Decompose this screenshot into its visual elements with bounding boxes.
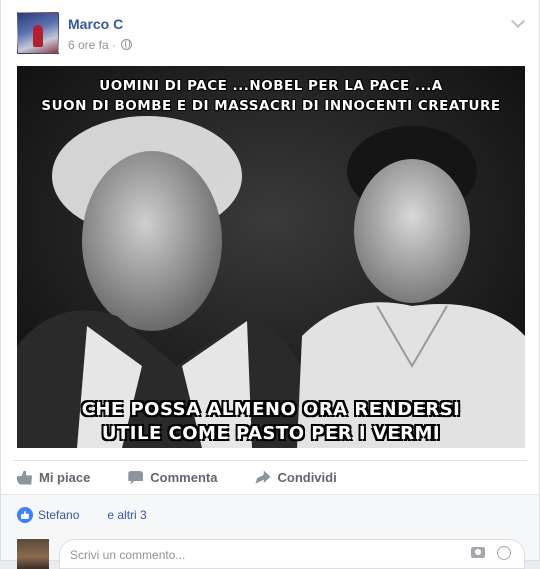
comment-composer: Scrivi un commento...	[17, 539, 525, 569]
globe-icon[interactable]	[121, 39, 133, 50]
emoji-icon[interactable]	[497, 546, 511, 560]
chevron-down-icon[interactable]	[510, 13, 526, 29]
like-button[interactable]: Mi piace	[13, 470, 90, 485]
meme-bottom-line-2: UTILE COME PASTO PER I VERMI	[101, 423, 441, 444]
like-reaction-icon	[17, 507, 33, 523]
camera-icon[interactable]	[471, 547, 485, 558]
facebook-post: Marco C 6 ore fa · UOMINI DI PACE ...NOB…	[0, 0, 540, 569]
photo-illustration	[17, 66, 525, 448]
reaction-name[interactable]: Stefano	[38, 508, 79, 522]
thumbs-up-icon	[17, 470, 32, 485]
comment-button[interactable]: Commenta	[124, 470, 217, 485]
comment-icon	[128, 470, 144, 485]
comment-placeholder: Scrivi un commento...	[70, 548, 186, 562]
post-header: Marco C 6 ore fa ·	[17, 12, 527, 58]
meme-top-text: UOMINI DI PACE ...NOBEL PER LA PACE ...A…	[17, 76, 525, 116]
share-button[interactable]: Condividi	[251, 470, 337, 485]
post-footer: Stefano e altri 3 Scrivi un commento...	[1, 494, 539, 569]
post-meta: 6 ore fa ·	[68, 38, 133, 52]
post-image[interactable]: UOMINI DI PACE ...NOBEL PER LA PACE ...A…	[17, 66, 525, 448]
reaction-others[interactable]: e altri 3	[107, 508, 146, 522]
meme-top-line-1: UOMINI DI PACE ...NOBEL PER LA PACE ...A	[99, 78, 443, 94]
comment-label: Commenta	[150, 470, 218, 485]
post-timestamp[interactable]: 6 ore fa	[68, 38, 109, 52]
comment-input[interactable]: Scrivi un commento...	[59, 539, 525, 569]
share-icon	[255, 470, 271, 484]
share-label: Condividi	[277, 470, 337, 485]
post-actions: Mi piace Commenta Condividi	[13, 460, 527, 494]
meme-top-line-2: SUON DI BOMBE E DI MASSACRI DI INNOCENTI…	[41, 98, 501, 114]
author-avatar[interactable]	[17, 12, 59, 54]
meta-separator: ·	[112, 38, 117, 52]
redacted-surname	[79, 509, 108, 521]
meme-bottom-text: CHE POSSA ALMENO ORA RENDERSI UTILE COME…	[17, 398, 525, 446]
meme-bottom-line-1: CHE POSSA ALMENO ORA RENDERSI	[81, 399, 461, 420]
reaction-summary[interactable]: Stefano e altri 3	[17, 507, 147, 523]
like-label: Mi piace	[39, 470, 91, 485]
viewer-avatar	[17, 539, 49, 569]
author-name[interactable]: Marco C	[68, 16, 160, 32]
